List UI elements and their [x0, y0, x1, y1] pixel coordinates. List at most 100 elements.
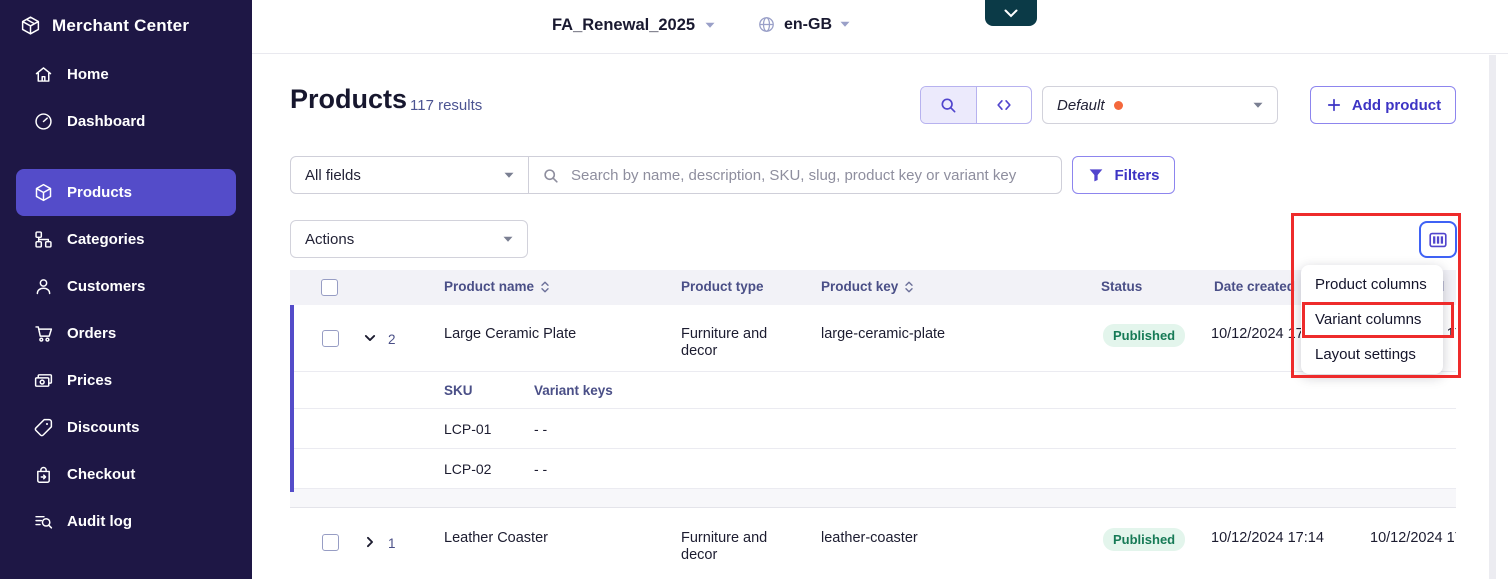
vertical-scrollbar[interactable]: [1489, 55, 1496, 579]
column-header-date-created[interactable]: Date created: [1214, 279, 1313, 294]
date-modified-cell: 10/12/2024 17:14: [1370, 530, 1456, 546]
brand-name: Merchant Center: [52, 16, 189, 36]
row-group-gap: [290, 489, 1456, 507]
sidebar-item-checkout[interactable]: Checkout: [16, 451, 236, 498]
sidebar-item-discounts[interactable]: Discounts: [16, 404, 236, 451]
column-settings-button[interactable]: [1419, 221, 1457, 258]
add-product-button[interactable]: Add product: [1310, 86, 1456, 124]
variant-sku-cell: LCP-01: [444, 421, 491, 437]
sidebar-item-label: Prices: [67, 372, 112, 389]
variant-keys-cell: - -: [534, 461, 547, 477]
menu-item-layout-settings[interactable]: Layout settings: [1301, 337, 1443, 372]
variant-row-lcp-01[interactable]: LCP-01 - -: [290, 409, 1456, 449]
merchant-center-screen: Merchant Center Home Dashboard Produc: [0, 0, 1508, 579]
filter-icon: [1087, 166, 1105, 184]
sidebar-item-label: Checkout: [67, 466, 135, 483]
variant-sku-cell: LCP-02: [444, 461, 491, 477]
sidebar-item-label: Categories: [67, 231, 145, 248]
sidebar-item-label: Dashboard: [67, 113, 145, 130]
column-header-product-type: Product type: [681, 279, 764, 294]
sidebar-item-categories[interactable]: Categories: [16, 216, 236, 263]
sidebar-item-label: Customers: [67, 278, 145, 295]
variant-count: 2: [388, 332, 396, 347]
columns-icon: [1427, 229, 1449, 251]
filters-button[interactable]: Filters: [1072, 156, 1175, 194]
sidebar-item-dashboard[interactable]: Dashboard: [16, 98, 236, 145]
variant-row-lcp-02[interactable]: LCP-02 - -: [290, 449, 1456, 489]
sidebar-item-products[interactable]: Products: [16, 169, 236, 216]
chevron-down-icon: [705, 22, 715, 29]
chevron-down-icon: [1004, 9, 1018, 18]
column-header-product-name[interactable]: Product name: [444, 279, 550, 294]
chevron-down-icon: [1253, 102, 1263, 109]
column-label: Date created: [1214, 279, 1295, 294]
chevron-down-icon: [503, 236, 513, 243]
sidebar-item-label: Audit log: [67, 513, 132, 530]
actions-select-value: Actions: [305, 231, 354, 248]
filters-label: Filters: [1114, 167, 1159, 184]
view-select[interactable]: Default: [1042, 86, 1278, 124]
search-field-value: All fields: [305, 167, 361, 184]
column-label: Status: [1101, 279, 1142, 294]
locale-value: en-GB: [784, 16, 832, 34]
customers-icon: [33, 276, 54, 297]
sidebar-item-prices[interactable]: Prices: [16, 357, 236, 404]
code-icon: [994, 95, 1014, 115]
select-row-checkbox[interactable]: [322, 534, 339, 551]
menu-item-product-columns[interactable]: Product columns: [1301, 267, 1443, 302]
menu-item-variant-columns[interactable]: Variant columns: [1301, 302, 1443, 337]
search-icon: [938, 95, 958, 115]
product-type-cell: Furniture and decor: [681, 530, 799, 564]
actions-select[interactable]: Actions: [290, 220, 528, 258]
search-input-wrap: [529, 157, 1061, 193]
sidebar-item-label: Home: [67, 66, 109, 83]
variant-column-sku: SKU: [444, 383, 473, 398]
sort-icon: [540, 280, 550, 294]
orders-icon: [33, 323, 54, 344]
variant-count: 1: [388, 536, 396, 551]
view-status-dot: [1114, 101, 1123, 110]
variant-table-header: SKU Variant keys: [290, 372, 1456, 409]
column-label: Product name: [444, 279, 534, 294]
project-name: FA_Renewal_2025: [552, 16, 695, 35]
home-icon: [33, 64, 54, 85]
product-name-cell: Large Ceramic Plate: [444, 326, 576, 342]
product-name-cell: Leather Coaster: [444, 530, 548, 546]
sidebar-item-label: Products: [67, 184, 132, 201]
select-all-checkbox[interactable]: [321, 279, 338, 296]
brand: Merchant Center: [0, 0, 252, 36]
table-header-row: Product name Product type Product key St…: [290, 270, 1456, 305]
table-row-leather-coaster[interactable]: 1 Leather Coaster Furniture and decor le…: [290, 507, 1456, 575]
project-selector[interactable]: FA_Renewal_2025: [552, 16, 715, 35]
chevron-down-icon: [504, 172, 514, 179]
audit-log-icon: [33, 511, 54, 532]
discounts-icon: [33, 417, 54, 438]
chevron-right-icon: [360, 532, 380, 552]
searchbar: All fields: [290, 156, 1062, 194]
chevron-down-icon: [360, 328, 380, 348]
query-mode-button[interactable]: [977, 87, 1032, 123]
column-settings-menu: Product columns Variant columns Layout s…: [1301, 265, 1443, 374]
sidebar-item-home[interactable]: Home: [16, 51, 236, 98]
add-product-label: Add product: [1352, 97, 1441, 114]
status-badge: Published: [1103, 528, 1185, 551]
product-key-cell: leather-coaster: [821, 530, 918, 546]
search-mode-button[interactable]: [921, 87, 977, 123]
sidebar-item-customers[interactable]: Customers: [16, 263, 236, 310]
products-icon: [33, 182, 54, 203]
sidebar-item-orders[interactable]: Orders: [16, 310, 236, 357]
globe-icon: [757, 15, 776, 34]
topbar: FA_Renewal_2025 en-GB MJ: [252, 0, 1508, 54]
search-input[interactable]: [569, 166, 1049, 185]
collapsed-banner-toggle[interactable]: [985, 0, 1037, 26]
product-key-cell: large-ceramic-plate: [821, 326, 945, 342]
collapse-row-button[interactable]: [360, 328, 380, 348]
expand-row-button[interactable]: [360, 532, 380, 552]
table-row-large-ceramic-plate[interactable]: 2 Large Ceramic Plate Furniture and deco…: [290, 305, 1456, 372]
search-field-select[interactable]: All fields: [291, 157, 529, 193]
column-header-product-key[interactable]: Product key: [821, 279, 914, 294]
categories-icon: [33, 229, 54, 250]
select-row-checkbox[interactable]: [322, 330, 339, 347]
sidebar-item-audit-log[interactable]: Audit log: [16, 498, 236, 545]
locale-selector[interactable]: en-GB: [757, 15, 850, 34]
